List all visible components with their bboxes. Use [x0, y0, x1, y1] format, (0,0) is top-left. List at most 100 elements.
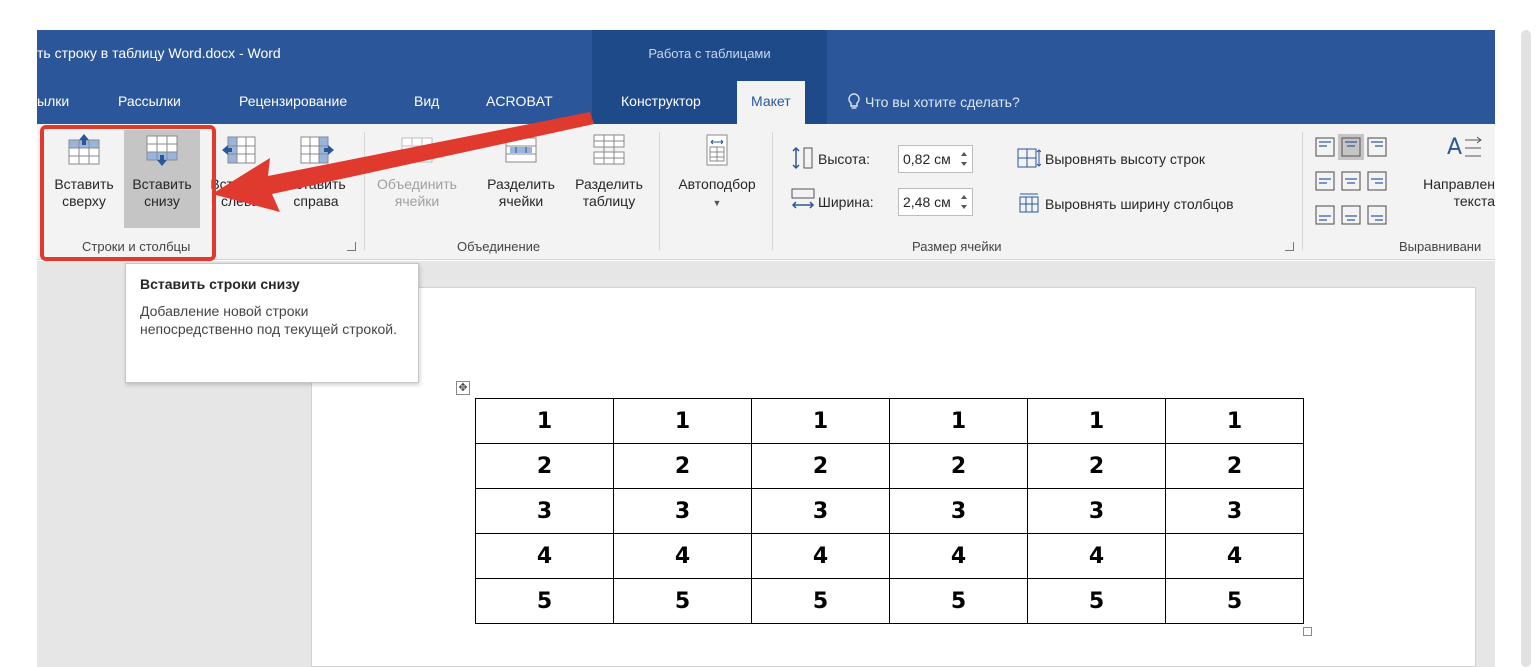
table-cell[interactable]: 2: [613, 443, 752, 489]
svg-text:A: A: [1447, 135, 1462, 160]
autofit-button[interactable]: Автоподбор ▼: [667, 132, 767, 212]
merge-cells-button[interactable]: Объединить ячейки: [374, 132, 460, 210]
table-cell[interactable]: 2: [1165, 443, 1304, 489]
table-body: 111111222222333333444444555555: [475, 398, 1304, 624]
table-cell[interactable]: 1: [475, 398, 614, 444]
table-cell[interactable]: 1: [1027, 398, 1166, 444]
tab-view[interactable]: Вид: [414, 93, 439, 109]
tooltip: Вставить строки снизу Добавление новой с…: [125, 263, 419, 383]
split-table-button[interactable]: Разделить таблицу: [566, 132, 652, 210]
table-cell[interactable]: 5: [613, 578, 752, 624]
scrollbar[interactable]: [1495, 30, 1536, 667]
column-width-icon: [791, 188, 815, 209]
insert-left-line2: слева: [220, 193, 260, 209]
tell-me-search[interactable]: Что вы хотите сделать?: [847, 93, 1020, 110]
insert-left-icon: [222, 136, 256, 164]
row-height-icon: [792, 146, 813, 170]
table-row: 444444: [475, 533, 1304, 579]
table-cell[interactable]: 2: [889, 443, 1028, 489]
table-cell[interactable]: 3: [889, 488, 1028, 534]
title-bar: ть строку в таблицу Word.docx - Word Раб…: [37, 30, 1495, 79]
text-direction-icon: A: [1447, 135, 1482, 160]
lightbulb-icon: [848, 93, 860, 109]
distribute-rows-button[interactable]: Выровнять высоту строк: [1017, 148, 1205, 168]
row-height-spinner[interactable]: [959, 149, 969, 169]
split-cells-icon: [505, 137, 537, 163]
ribbon: Вставить сверху Вставить снизу Вставить …: [37, 124, 1495, 260]
table-cell[interactable]: 2: [1027, 443, 1166, 489]
alignment-grid-icon: [1315, 134, 1387, 225]
table-cell[interactable]: 1: [613, 398, 752, 444]
merge-cells-icon: [401, 137, 433, 163]
table-cell[interactable]: 1: [1165, 398, 1304, 444]
distribute-rows-label: Выровнять высоту строк: [1045, 151, 1206, 167]
table-cell[interactable]: 4: [751, 533, 890, 579]
table-cell[interactable]: 1: [889, 398, 1028, 444]
table-cell[interactable]: 2: [475, 443, 614, 489]
split-table-line2: таблицу: [582, 193, 636, 209]
table-cell[interactable]: 2: [751, 443, 890, 489]
distribute-columns-label: Выровнять ширину столбцов: [1045, 196, 1234, 212]
column-width-spinner[interactable]: [959, 192, 969, 212]
table-cell[interactable]: 1: [751, 398, 890, 444]
merge-cells-line1: Объединить: [377, 176, 457, 192]
table-cell[interactable]: 4: [1027, 533, 1166, 579]
table-cell[interactable]: 3: [475, 488, 614, 534]
tooltip-title: Вставить строки снизу: [140, 276, 300, 292]
table-cell[interactable]: 5: [889, 578, 1028, 624]
table-cell[interactable]: 4: [889, 533, 1028, 579]
split-table-line1: Разделить: [575, 176, 643, 192]
context-tab-group: Работа с таблицами: [592, 30, 827, 79]
group-separator: [1302, 132, 1303, 250]
group-label-alignment: Выравнивани: [1399, 239, 1482, 254]
tab-design[interactable]: Конструктор: [621, 93, 701, 109]
table-cell[interactable]: 5: [1165, 578, 1304, 624]
table-cell[interactable]: 4: [1165, 533, 1304, 579]
table-row: 333333: [475, 488, 1304, 534]
tab-references[interactable]: ылки: [37, 93, 69, 109]
table-resize-handle[interactable]: [1303, 627, 1312, 636]
table-cell[interactable]: 4: [613, 533, 752, 579]
word-table[interactable]: 111111222222333333444444555555: [475, 398, 1304, 624]
table-cell[interactable]: 3: [1165, 488, 1304, 534]
autofit-dropdown-icon: ▼: [712, 198, 722, 208]
text-direction-line2: текста: [1453, 193, 1495, 209]
tab-mailings[interactable]: Рассылки: [118, 93, 181, 109]
scrollbar-thumb[interactable]: [1521, 30, 1531, 667]
distribute-columns-icon: [1019, 193, 1039, 213]
table-cell[interactable]: 5: [1027, 578, 1166, 624]
table-cell[interactable]: 5: [751, 578, 890, 624]
tab-acrobat[interactable]: ACROBAT: [486, 93, 553, 109]
table-cell[interactable]: 3: [613, 488, 752, 534]
distribute-columns-button[interactable]: Выровнять ширину столбцов: [1017, 193, 1234, 213]
text-direction-line1: Направлен: [1423, 176, 1495, 192]
row-height-field[interactable]: 0,82 см: [898, 145, 973, 173]
highlight-frame: [40, 125, 216, 261]
cell-size-launcher-icon[interactable]: [1285, 242, 1294, 251]
column-width-value: 2,48 см: [903, 194, 951, 210]
group-label-merge: Объединение: [457, 239, 541, 254]
split-cells-button[interactable]: Разделить ячейки: [478, 132, 564, 210]
column-width-label: Ширина:: [818, 194, 874, 210]
text-direction-button[interactable]: A Направлен текста: [1407, 132, 1495, 210]
rows-columns-launcher-icon[interactable]: [347, 242, 356, 251]
column-width-field[interactable]: 2,48 см: [898, 188, 973, 216]
autofit-label: Автоподбор: [678, 176, 756, 192]
group-separator: [364, 132, 365, 250]
table-move-handle-icon[interactable]: ✥: [456, 381, 470, 395]
insert-right-button[interactable]: Вставить справа: [278, 132, 354, 210]
table-row: 111111: [475, 398, 1304, 444]
table-cell[interactable]: 4: [475, 533, 614, 579]
split-table-icon: [593, 134, 625, 165]
autofit-icon: [706, 134, 728, 166]
table-cell[interactable]: 3: [751, 488, 890, 534]
tab-layout[interactable]: Макет: [737, 81, 805, 124]
insert-right-line2: справа: [293, 193, 339, 209]
tab-review[interactable]: Рецензирование: [239, 93, 347, 109]
tell-me-label: Что вы хотите сделать?: [865, 94, 1020, 110]
split-cells-line2: ячейки: [498, 193, 544, 209]
table-cell[interactable]: 5: [475, 578, 614, 624]
table-cell[interactable]: 3: [1027, 488, 1166, 534]
distribute-rows-icon: [1017, 148, 1042, 168]
row-height-label: Высота:: [818, 151, 870, 167]
